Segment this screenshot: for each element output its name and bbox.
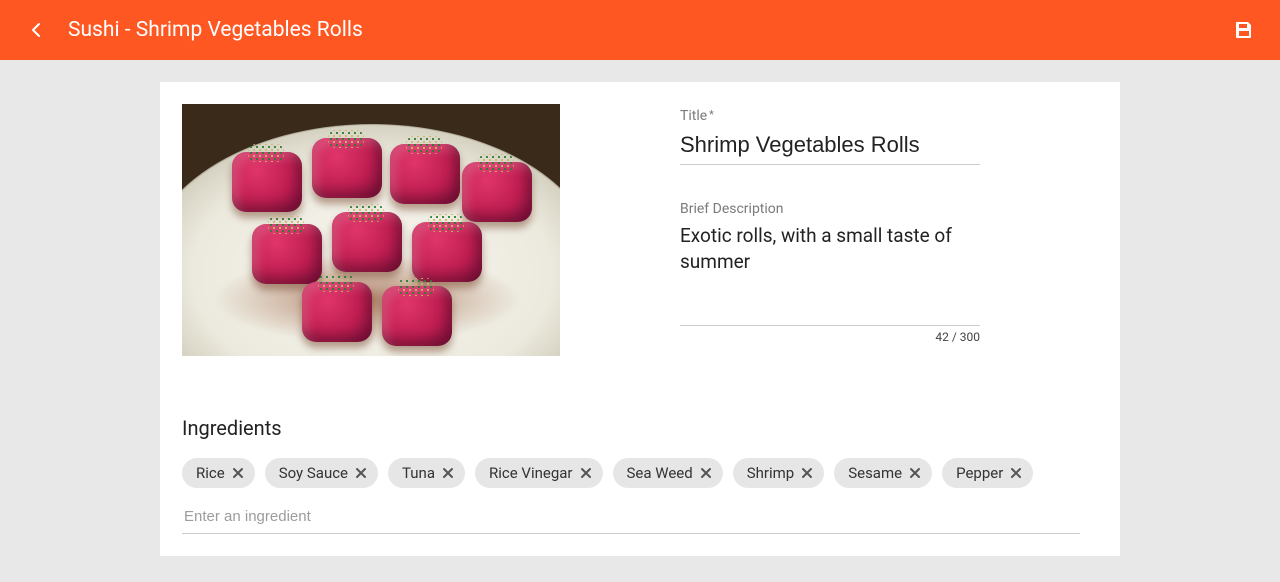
ingredient-chip: Tuna: [388, 458, 465, 488]
chip-label: Tuna: [402, 464, 435, 482]
chip-remove-button[interactable]: [1007, 464, 1025, 482]
chip-label: Sesame: [848, 464, 902, 482]
ingredient-input[interactable]: [182, 500, 1080, 534]
ingredient-chip: Shrimp: [733, 458, 824, 488]
app-header: Sushi - Shrimp Vegetables Rolls: [0, 0, 1280, 60]
form-fields: Title* Brief Description 42 / 300: [680, 104, 1080, 356]
close-icon: [700, 467, 712, 479]
save-button[interactable]: [1232, 18, 1256, 42]
chevron-left-icon: [31, 22, 41, 38]
close-icon: [580, 467, 592, 479]
chip-label: Pepper: [956, 464, 1003, 482]
description-textarea[interactable]: [680, 223, 980, 319]
ingredient-chip: Sesame: [834, 458, 932, 488]
recipe-photo[interactable]: [182, 104, 560, 356]
chip-remove-button[interactable]: [697, 464, 715, 482]
description-label: Brief Description: [680, 201, 1080, 217]
ingredient-chip: Pepper: [942, 458, 1033, 488]
ingredient-chip: Rice Vinegar: [475, 458, 603, 488]
ingredient-chip: Sea Weed: [613, 458, 723, 488]
back-button[interactable]: [24, 18, 48, 42]
description-counter: 42 / 300: [680, 330, 980, 344]
close-icon: [1010, 467, 1022, 479]
required-mark: *: [709, 108, 714, 121]
chip-label: Sea Weed: [627, 464, 693, 482]
title-input[interactable]: [680, 130, 980, 165]
close-icon: [232, 467, 244, 479]
chip-remove-button[interactable]: [229, 464, 247, 482]
chip-label: Rice: [196, 464, 225, 482]
ingredients-chips: Rice Soy Sauce Tuna Rice Vinegar Sea Weed Shr…: [182, 458, 1080, 488]
recipe-card: Title* Brief Description 42 / 300 Ingred…: [160, 82, 1120, 556]
close-icon: [801, 467, 813, 479]
chip-label: Rice Vinegar: [489, 464, 573, 482]
title-label: Title*: [680, 108, 1080, 124]
chip-label: Shrimp: [747, 464, 794, 482]
chip-remove-button[interactable]: [352, 464, 370, 482]
chip-label: Soy Sauce: [279, 464, 348, 482]
save-icon: [1234, 20, 1254, 40]
chip-remove-button[interactable]: [798, 464, 816, 482]
ingredient-chip: Rice: [182, 458, 255, 488]
close-icon: [355, 467, 367, 479]
chip-remove-button[interactable]: [577, 464, 595, 482]
page-title: Sushi - Shrimp Vegetables Rolls: [68, 18, 1232, 42]
ingredients-heading: Ingredients: [182, 416, 1080, 440]
close-icon: [442, 467, 454, 479]
close-icon: [909, 467, 921, 479]
chip-remove-button[interactable]: [439, 464, 457, 482]
chip-remove-button[interactable]: [906, 464, 924, 482]
ingredient-chip: Soy Sauce: [265, 458, 378, 488]
